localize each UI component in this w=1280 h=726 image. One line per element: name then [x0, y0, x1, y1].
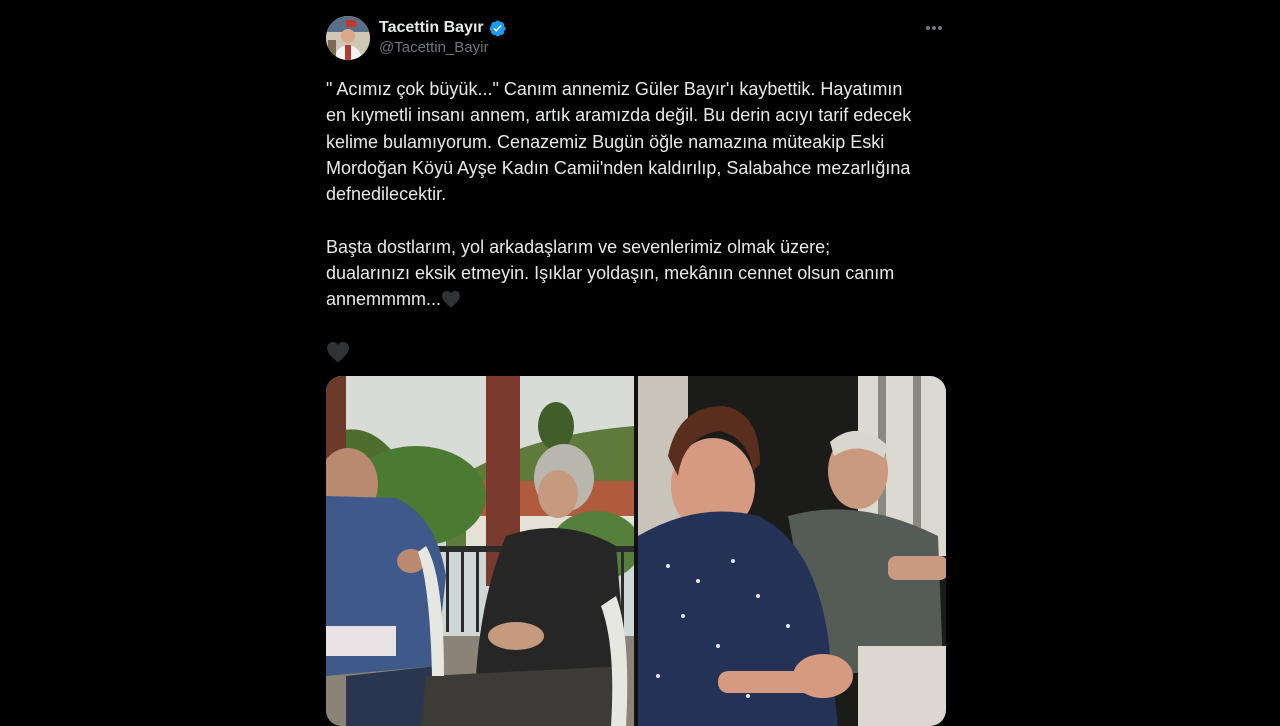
display-name[interactable]: Tacettin Bayır	[379, 19, 484, 37]
text-line: " Acımız çok büyük..." Canım annemiz Gül…	[326, 79, 903, 99]
tweet-header: Tacettin Bayır @Tacettin_Bayir	[326, 14, 946, 62]
text-line: dualarınızı eksik etmeyin. Işıklar yolda…	[326, 263, 895, 284]
avatar[interactable]	[326, 16, 370, 60]
black-heart-icon	[442, 291, 461, 308]
text-line: Mordoğan Köyü Ayşe Kadın Camii'nden kald…	[326, 157, 911, 178]
media-grid	[326, 376, 946, 726]
text-line: defnedilecektir.	[326, 184, 447, 205]
elderly-couple-photo[interactable]	[638, 376, 946, 726]
black-heart-icon	[327, 341, 349, 363]
tweet-text: " Acımız çok büyük..." Canım annemiz Gül…	[326, 76, 946, 363]
handle[interactable]: @Tacettin_Bayir	[379, 39, 488, 56]
text-line: Başta dostlarım, yol arkadaşlarım ve sev…	[326, 236, 831, 257]
verified-badge-icon	[489, 20, 506, 36]
text-line: kelime bulamıyorum. Cenazemiz Bugün öğle…	[326, 131, 885, 152]
more-options-icon[interactable]	[926, 20, 942, 36]
outdoor-porch-photo[interactable]	[326, 376, 634, 726]
text-line-last: annemmmm...	[326, 286, 946, 312]
tweet[interactable]: Tacettin Bayır @Tacettin_Bayir " Acımız …	[326, 14, 946, 726]
paragraph-spacer	[326, 313, 946, 339]
paragraph-spacer	[326, 207, 946, 233]
text-line: en kıymetli insanı annem, artık aramızda…	[326, 105, 912, 126]
text-line: annemmmm...	[326, 289, 442, 310]
name-row: Tacettin Bayır	[379, 17, 507, 39]
